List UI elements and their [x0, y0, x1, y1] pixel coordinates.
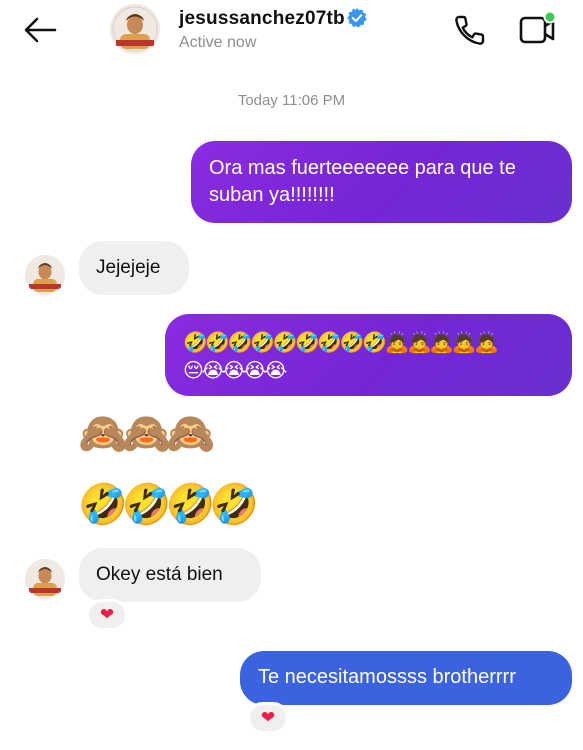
emoji-message-incoming[interactable]: 🤣🤣🤣🤣 [78, 481, 259, 528]
message-bubble-incoming[interactable]: Jejejeje [79, 241, 189, 295]
heart-icon: ❤ [260, 708, 276, 727]
sender-avatar[interactable] [25, 255, 65, 295]
message-text: Okey está bien [96, 564, 223, 585]
avatar-image [25, 255, 65, 295]
message-text: Te necesitamossss brotherrrr [258, 666, 516, 688]
sender-avatar[interactable] [25, 559, 65, 599]
message-text: Jejejeje [96, 257, 161, 278]
verified-badge-icon [347, 8, 367, 28]
profile-avatar[interactable] [110, 4, 160, 54]
video-camera-icon [519, 10, 557, 44]
emoji-line-1: 🤣🤣🤣🤣🤣🤣🤣🤣🤣🙇🙇🙇🙇🙇 [183, 330, 499, 354]
active-status: Active now [179, 34, 257, 51]
avatar-image [25, 559, 65, 599]
message-bubble-incoming[interactable]: Okey está bien [79, 548, 261, 602]
heart-reaction[interactable]: ❤ [86, 599, 128, 631]
conversation-timestamp: Today 11:06 PM [237, 92, 346, 109]
heart-icon: ❤ [99, 605, 115, 624]
message-bubble-outgoing[interactable]: Ora mas fuerteeeeeee para que te suban y… [191, 141, 572, 223]
back-arrow-icon [24, 17, 57, 43]
emoji-message-incoming[interactable]: 🙈🙈🙈 [78, 410, 215, 457]
message-text: Ora mas fuerteeeeeee para que te suban y… [209, 157, 516, 206]
message-bubble-outgoing[interactable]: Te necesitamossss brotherrrr [240, 651, 572, 705]
chat-header: jesussanchez07tb Active now [0, 0, 583, 62]
emoji-line-2: 😔😭😭😭😭 [183, 358, 287, 382]
heart-reaction[interactable]: ❤ [247, 702, 289, 734]
back-button[interactable] [18, 12, 62, 48]
avatar-image [110, 4, 160, 54]
video-call-button[interactable] [515, 8, 559, 52]
voice-call-button[interactable] [450, 10, 490, 50]
message-bubble-outgoing[interactable]: 🤣🤣🤣🤣🤣🤣🤣🤣🤣🙇🙇🙇🙇🙇 😔😭😭😭😭 [165, 314, 572, 396]
chat-username[interactable]: jesussanchez07tb [179, 8, 345, 30]
phone-icon [455, 15, 485, 45]
